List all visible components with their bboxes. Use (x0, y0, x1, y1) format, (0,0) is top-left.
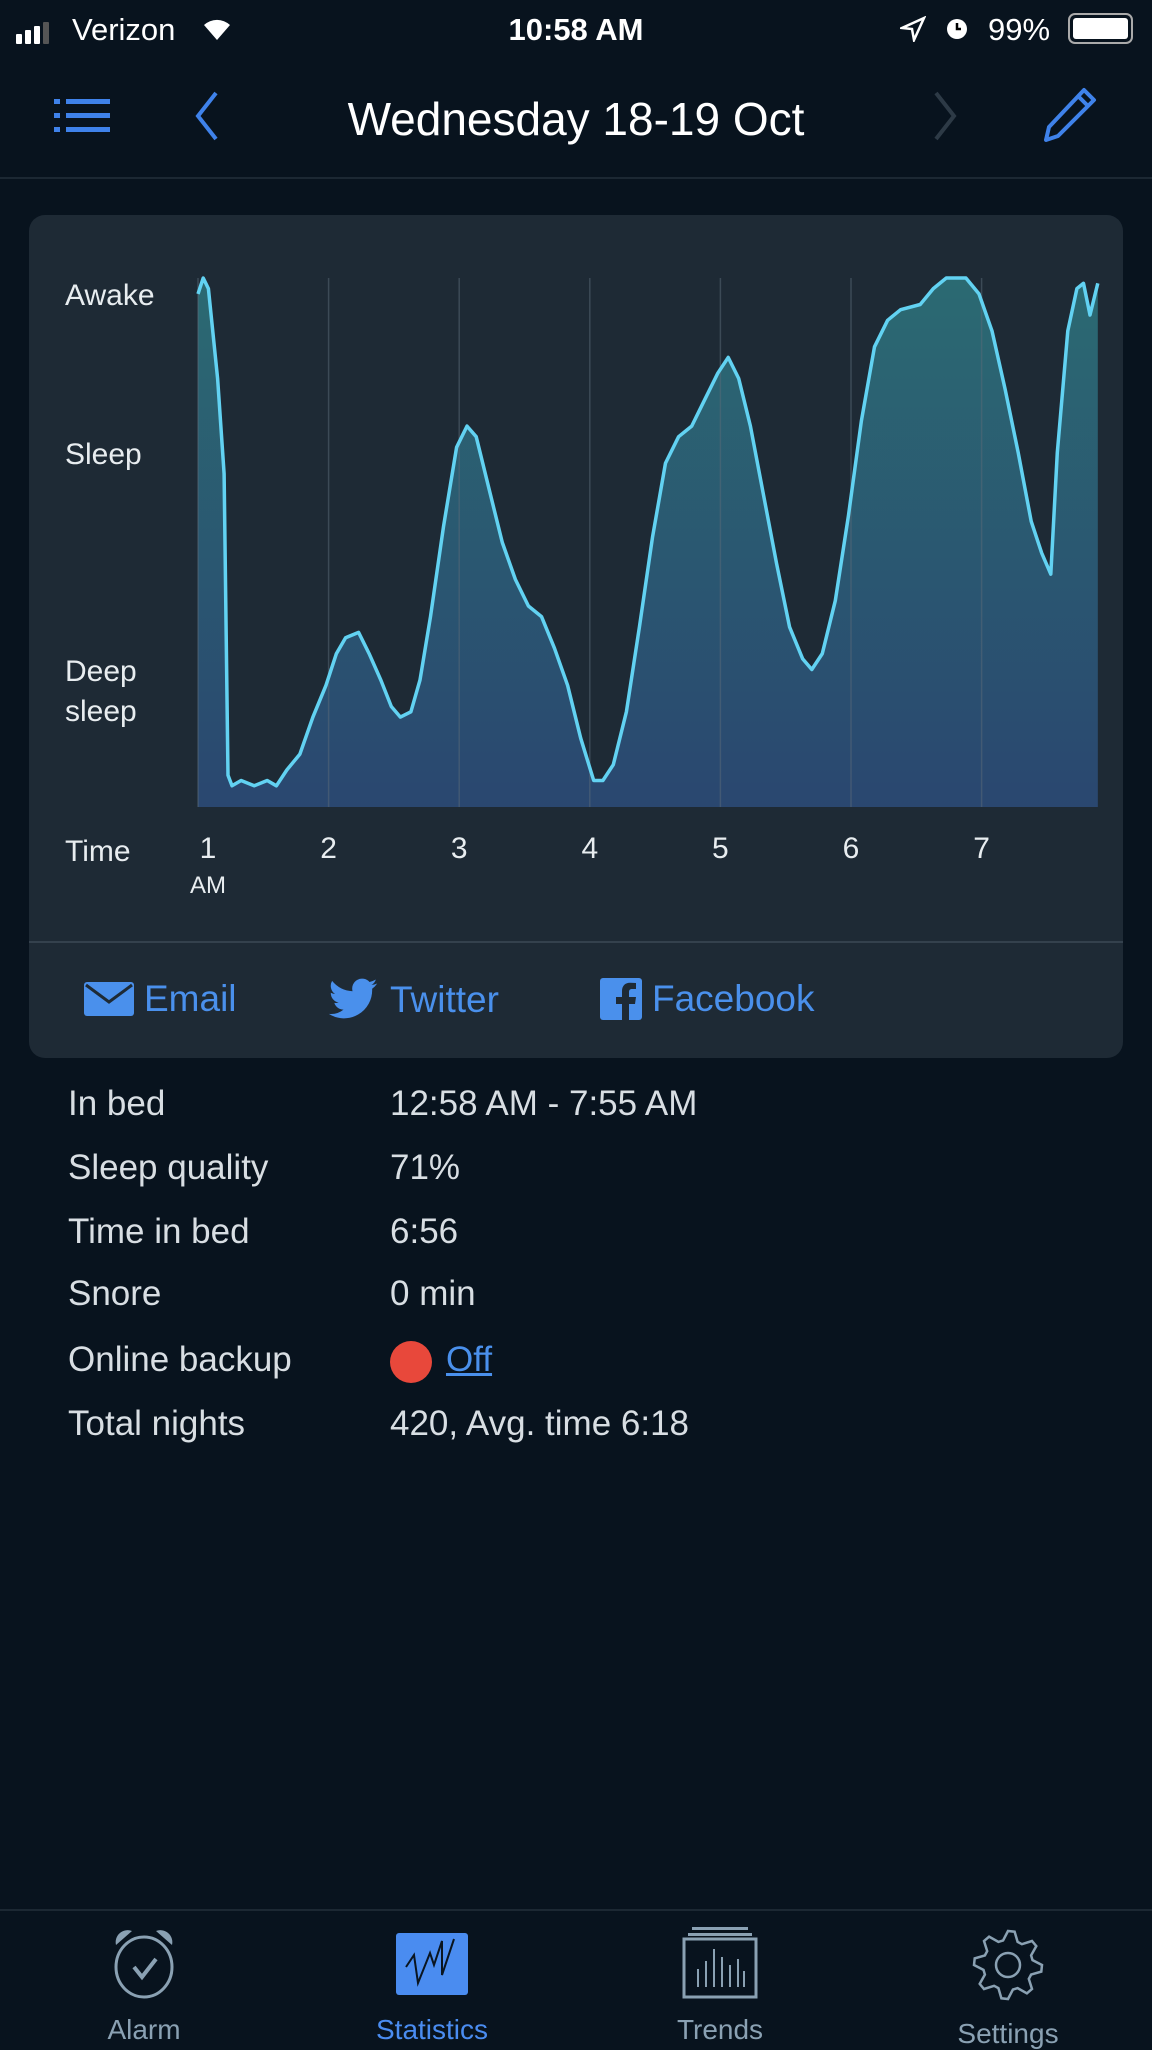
tab-statistics[interactable]: Statistics (288, 1925, 576, 2046)
x-axis-label: Time (65, 835, 131, 868)
stat-label-online-backup: Online backup (68, 1340, 292, 1379)
facebook-icon (600, 978, 642, 1020)
x-tick-label: 3 (450, 832, 468, 865)
online-backup-link[interactable]: Off (446, 1340, 492, 1380)
twitter-share-button[interactable]: Twitter (326, 978, 499, 1022)
stat-value-sleep-quality: 71% (390, 1148, 461, 1187)
x-tick-label: 4 (581, 832, 599, 865)
stat-value-in-bed: 12:58 AM - 7:55 AM (390, 1084, 698, 1123)
stat-label-in-bed: In bed (68, 1084, 166, 1123)
facebook-share-button[interactable]: Facebook (600, 978, 815, 1020)
trends-bars-icon (682, 1927, 758, 1999)
tab-label-alarm: Alarm (107, 2014, 181, 2045)
tab-label-settings: Settings (957, 2018, 1059, 2049)
email-share-button[interactable]: Email (84, 978, 237, 1020)
alarm-clock-icon (114, 1930, 174, 1999)
x-tick-label: 2 (320, 832, 337, 865)
tab-trends[interactable]: Trends (576, 1925, 864, 2046)
stat-value-total-nights: 420, Avg. time 6:18 (390, 1404, 690, 1443)
sleep-graph (196, 276, 1100, 807)
statistics-graph-icon (396, 1933, 468, 1995)
tab-settings[interactable]: Settings (864, 1925, 1152, 2050)
x-tick-am: AM (190, 872, 226, 899)
tab-label-trends: Trends (676, 2014, 764, 2045)
stat-label-snore: Snore (68, 1274, 162, 1313)
x-tick-label: 1 (199, 832, 217, 865)
gear-icon (972, 1929, 1044, 2001)
x-tick-label: 6 (842, 832, 860, 865)
card-divider (29, 941, 1123, 943)
stat-label-time-in-bed: Time in bed (68, 1212, 250, 1251)
x-tick-label: 7 (973, 832, 990, 865)
stat-value-time-in-bed: 6:56 (390, 1212, 459, 1251)
backup-status-dot (390, 1341, 432, 1383)
facebook-label: Facebook (652, 978, 815, 1019)
tab-alarm[interactable]: Alarm (0, 1925, 288, 2046)
twitter-label: Twitter (390, 979, 499, 1020)
tab-label-statistics: Statistics (375, 2014, 489, 2045)
x-tick-label: 5 (712, 832, 729, 865)
stat-label-sleep-quality: Sleep quality (68, 1148, 269, 1187)
stat-value-snore: 0 min (390, 1274, 476, 1313)
stat-label-total-nights: Total nights (68, 1404, 246, 1443)
twitter-bird-icon (328, 978, 378, 1019)
email-icon (84, 982, 134, 1016)
tabbar-divider (0, 1909, 1152, 1911)
sleep-area-fill (198, 278, 1098, 807)
email-label: Email (144, 978, 237, 1019)
